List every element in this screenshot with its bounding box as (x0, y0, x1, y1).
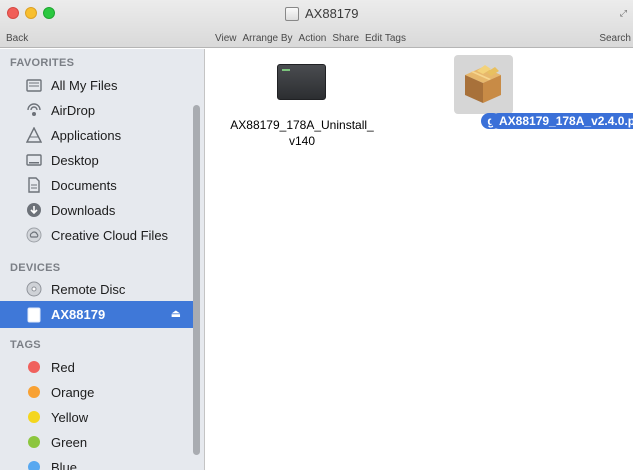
search-field[interactable]: Search (599, 33, 631, 44)
sidebar-item-label: Green (51, 434, 88, 450)
yellow-tag-icon (25, 409, 42, 426)
sidebar-item-creative-cloud-files[interactable]: Creative Cloud Files (0, 223, 193, 247)
sidebar-item-label: Desktop (51, 152, 99, 168)
creative-cloud-icon (25, 227, 42, 244)
sidebar-item-remote-disc[interactable]: Remote Disc (0, 277, 193, 301)
all-files-icon (25, 77, 42, 94)
sidebar-item-label: AX88179 (51, 307, 106, 322)
zoom-window-button[interactable] (43, 7, 55, 19)
arrange-by-button[interactable]: Arrange By (243, 33, 293, 44)
sidebar-item-label: Downloads (51, 202, 116, 218)
sidebar-item-label: Applications (51, 127, 122, 143)
package-icon[interactable] (461, 63, 505, 107)
window-title: AX88179 (285, 6, 359, 21)
applications-icon (25, 127, 42, 144)
minimize-window-button[interactable] (25, 7, 37, 19)
red-tag-icon (25, 359, 42, 376)
window-title-text: AX88179 (305, 6, 359, 21)
remote-disc-icon (25, 281, 42, 298)
close-window-button[interactable] (7, 7, 19, 19)
eject-icon[interactable]: ⏏ (171, 307, 181, 320)
sidebar-item-label: Red (51, 359, 75, 375)
view-button[interactable]: View (215, 33, 237, 44)
back-button[interactable]: Back (6, 33, 28, 44)
airdrop-icon (25, 102, 42, 119)
sidebar-item-label: AirDrop (51, 102, 96, 118)
sidebar: FAVORITES All My Files AirDrop Applicati… (0, 49, 205, 470)
file-item-package[interactable]: AX88179_178A_v2.4.0.pk g (398, 113, 633, 130)
sidebar-item-label: Creative Cloud Files (51, 227, 169, 243)
sidebar-item-label: Remote Disc (51, 281, 126, 297)
tags-heading: TAGS (10, 339, 41, 351)
sidebar-item-tag-yellow[interactable]: Yellow (0, 405, 193, 429)
sidebar-item-ax88179[interactable]: AX88179 ⏏ (0, 301, 193, 328)
edit-tags-button[interactable]: Edit Tags (365, 33, 406, 44)
green-tag-icon (25, 434, 42, 451)
sidebar-item-desktop[interactable]: Desktop (0, 148, 193, 172)
sidebar-item-label: All My Files (51, 77, 118, 93)
sidebar-scrollbar[interactable] (193, 105, 200, 455)
downloads-icon (25, 202, 42, 219)
file-name-line2: v140 (288, 134, 316, 148)
documents-icon (25, 177, 42, 194)
action-button[interactable]: Action (299, 33, 327, 44)
terminal-script-icon[interactable] (277, 64, 326, 100)
sidebar-item-downloads[interactable]: Downloads (0, 198, 193, 222)
orange-tag-icon (25, 384, 42, 401)
sidebar-item-all-my-files[interactable]: All My Files (0, 73, 193, 97)
devices-heading: DEVICES (10, 262, 61, 274)
fullscreen-icon[interactable]: ⤢ (620, 8, 627, 19)
blue-tag-icon (25, 459, 42, 470)
sidebar-item-tag-red[interactable]: Red (0, 355, 193, 379)
sidebar-item-applications[interactable]: Applications (0, 123, 193, 147)
sidebar-item-label: Yellow (51, 409, 89, 425)
sidebar-item-tag-green[interactable]: Green (0, 430, 193, 454)
file-name-line1: AX88179_178A_Uninstall_ (230, 118, 374, 132)
drive-icon (285, 6, 299, 21)
sidebar-item-documents[interactable]: Documents (0, 173, 193, 197)
file-item-uninstall[interactable]: AX88179_178A_Uninstall_ v140 (218, 117, 386, 149)
sidebar-item-tag-orange[interactable]: Orange (0, 380, 193, 404)
share-button[interactable]: Share (332, 33, 359, 44)
sidebar-item-label: Blue (51, 459, 78, 470)
file-name-line1: AX88179_178A_v2.4.0.pk (491, 113, 633, 129)
favorites-heading: FAVORITES (10, 57, 75, 69)
desktop-icon (25, 152, 42, 169)
window-titlebar: AX88179 ⤢ Back View Arrange By Action Sh… (0, 0, 633, 48)
sidebar-item-tag-blue[interactable]: Blue (0, 455, 193, 470)
toolbar-menu: View Arrange By Action Share Edit Tags (215, 33, 406, 44)
sidebar-item-label: Orange (51, 384, 95, 400)
sidebar-item-airdrop[interactable]: AirDrop (0, 98, 193, 122)
drive-icon (25, 306, 42, 323)
sidebar-item-label: Documents (51, 177, 117, 193)
